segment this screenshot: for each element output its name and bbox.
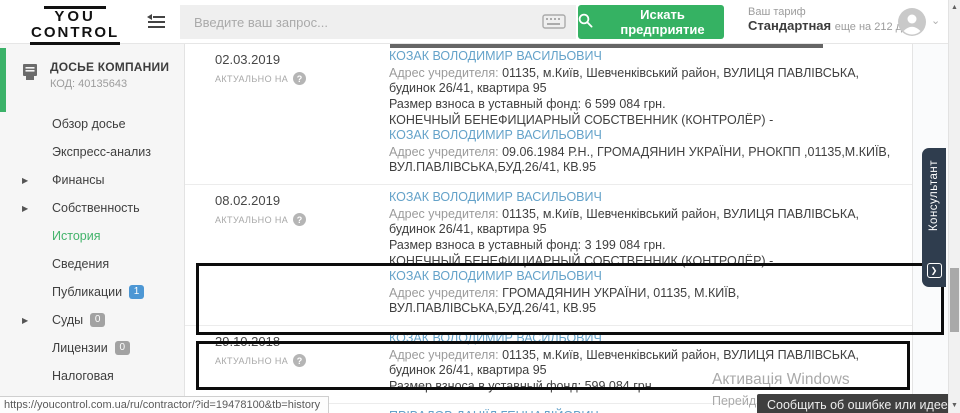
keyboard-icon[interactable] xyxy=(542,14,566,34)
help-icon[interactable]: ? xyxy=(293,72,306,85)
sidebar-item-ownership[interactable]: ▶ Собственность xyxy=(0,194,184,222)
beneficiary-address: Адрес учредителя: 09.06.1984 Р.Н., ГРОМА… xyxy=(389,145,900,175)
help-icon[interactable]: ? xyxy=(293,354,306,367)
status-url-tooltip: https://youcontrol.com.ua/ru/contractor/… xyxy=(0,396,329,413)
fund-contribution: Размер взноса в уставный фонд: 3 199 084… xyxy=(389,238,900,253)
sidebar-item-express-analysis[interactable]: Экспресс-анализ xyxy=(0,138,184,166)
record-date: 29.10.2018 xyxy=(215,334,389,349)
founder-address: Адрес учредителя: 01135, м.Київ, Шевченк… xyxy=(389,66,900,96)
top-header: YOU CONTROL xyxy=(0,0,960,44)
search-input[interactable] xyxy=(180,5,576,39)
scroll-down-arrow[interactable]: ▼ xyxy=(949,402,960,409)
search-button-label: Искать предприятие xyxy=(601,7,724,37)
person-link[interactable]: КОЗАК ВОЛОДИМИР ВАСИЛЬОВИЧ xyxy=(389,49,602,64)
history-record: 08.02.2019 АКТУАЛЬНО НА ? КОЗАК ВОЛОДИМИ… xyxy=(185,185,912,326)
expand-arrow-icon: ▶ xyxy=(22,316,28,325)
person-link[interactable]: КОЗАК ВОЛОДИМИР ВАСИЛЬОВИЧ xyxy=(389,331,602,346)
expand-arrow-icon: ▶ xyxy=(22,204,28,213)
sidebar: ДОСЬЕ КОМПАНИИ КОД: 40135643 Обзор досье… xyxy=(0,44,185,413)
actual-on-label: АКТУАЛЬНО НА ? xyxy=(215,72,389,85)
founder-address: Адрес учредителя: 01135, м.Київ, Шевченк… xyxy=(389,207,900,237)
beneficiary-line: КОНЕЧНЫЙ БЕНЕФИЦИАРНЫЙ СОБСТВЕННИК (КОНТ… xyxy=(389,113,900,144)
chevron-down-icon[interactable]: ⌄ xyxy=(931,14,940,27)
consultant-label: Консультант xyxy=(928,160,940,231)
sidebar-item-licenses[interactable]: Лицензии 0 xyxy=(0,334,184,362)
tariff-plan: Стандартная еще на 212 дней xyxy=(748,18,920,33)
sidebar-item-courts[interactable]: ▶ Суды 0 xyxy=(0,306,184,334)
actual-on-label: АКТУАЛЬНО НА ? xyxy=(215,213,389,226)
search-icon xyxy=(578,13,593,31)
count-badge: 0 xyxy=(115,341,130,355)
record-date: 08.02.2019 xyxy=(215,193,389,208)
person-link[interactable]: КОЗАК ВОЛОДИМИР ВАСИЛЬОВИЧ xyxy=(389,190,602,205)
youcontrol-app: YOU CONTROL xyxy=(0,0,960,413)
chevron-right-icon: ❯ xyxy=(927,263,942,278)
dossier-title: ДОСЬЕ КОМПАНИИ xyxy=(50,60,174,74)
logo-text-you: YOU xyxy=(44,6,106,25)
clipped-row-remnant xyxy=(390,44,823,48)
sidebar-item-history[interactable]: История xyxy=(0,222,184,250)
sidebar-collapse-icon[interactable] xyxy=(146,13,168,31)
dossier-header[interactable]: ДОСЬЕ КОМПАНИИ КОД: 40135643 xyxy=(0,44,184,104)
sidebar-item-finances[interactable]: ▶ Финансы xyxy=(0,166,184,194)
sidebar-item-dossier-overview[interactable]: Обзор досье xyxy=(0,110,184,138)
record-date: 02.03.2019 xyxy=(215,52,389,67)
avatar[interactable] xyxy=(898,8,926,36)
sidebar-nav: Обзор досье Экспресс-анализ ▶ Финансы ▶ … xyxy=(0,110,184,413)
history-record: 02.03.2019 АКТУАЛЬНО НА ? КОЗАК ВОЛОДИМИ… xyxy=(185,44,912,185)
tariff-info: Ваш тариф Стандартная еще на 212 дней xyxy=(748,6,920,33)
expand-arrow-icon: ▶ xyxy=(22,176,28,185)
beneficiary-line: КОНЕЧНЫЙ БЕНЕФИЦИАРНЫЙ СОБСТВЕННИК (КОНТ… xyxy=(389,254,900,285)
count-badge: 1 xyxy=(129,285,144,299)
count-badge: 0 xyxy=(90,313,105,327)
scroll-up-arrow[interactable]: ▲ xyxy=(949,4,960,11)
person-link[interactable]: КОЗАК ВОЛОДИМИР ВАСИЛЬОВИЧ xyxy=(389,269,602,284)
feedback-toast[interactable]: Сообщить об ошибке или идее xyxy=(757,394,953,413)
person-link[interactable]: ПРІВАЛОВ ДАНІЇЛ ГЕННАДІЙОВИЧ xyxy=(389,409,599,413)
fund-contribution: Размер взноса в уставный фонд: 6 599 084… xyxy=(389,97,900,112)
scroll-thumb[interactable] xyxy=(950,268,959,332)
tariff-label: Ваш тариф xyxy=(748,6,920,18)
active-section-stripe xyxy=(0,48,6,112)
help-icon[interactable]: ? xyxy=(293,213,306,226)
consultant-tab[interactable]: Консультант ❯ xyxy=(922,148,946,287)
actual-on-label: АКТУАЛЬНО НА ? xyxy=(215,354,389,367)
sidebar-item-tax[interactable]: Налоговая xyxy=(0,362,184,390)
search-field-wrap xyxy=(180,5,576,39)
search-company-button[interactable]: Искать предприятие xyxy=(578,5,724,39)
sidebar-item-publications[interactable]: Публикации 1 xyxy=(0,278,184,306)
scrollbar[interactable]: ▲ ▼ xyxy=(948,0,960,413)
history-list: 02.03.2019 АКТУАЛЬНО НА ? КОЗАК ВОЛОДИМИ… xyxy=(185,44,913,413)
dossier-document-icon xyxy=(20,62,40,87)
beneficiary-address: Адрес учредителя: ГРОМАДЯНИН УКРАЇНИ, 01… xyxy=(389,286,900,316)
person-link[interactable]: КОЗАК ВОЛОДИМИР ВАСИЛЬОВИЧ xyxy=(389,128,602,143)
dossier-code: КОД: 40135643 xyxy=(50,78,174,90)
youcontrol-logo[interactable]: YOU CONTROL xyxy=(30,6,120,45)
logo-text-control: CONTROL xyxy=(30,25,120,45)
sidebar-item-details[interactable]: Сведения xyxy=(0,250,184,278)
